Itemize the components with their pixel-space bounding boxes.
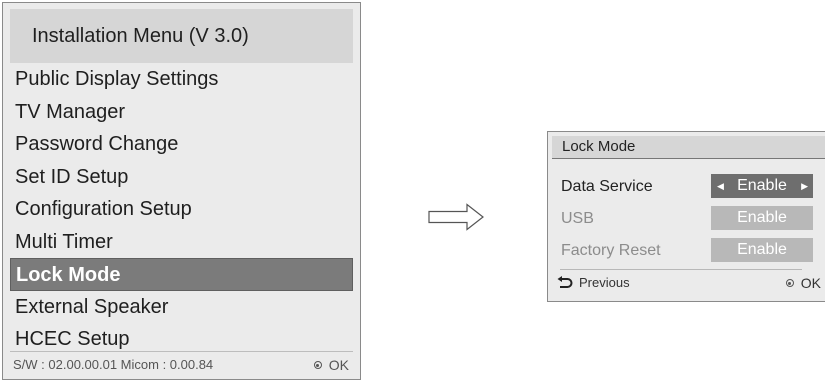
right-arrow-outline-icon: [428, 203, 484, 231]
previous-button[interactable]: Previous: [557, 275, 630, 290]
ok-dot-icon: [313, 361, 322, 370]
lock-row-factory-reset: Factory Reset Enable: [561, 238, 825, 264]
menu-item-password-change[interactable]: Password Change: [10, 128, 353, 161]
lock-row-data-service: Data Service ◀ Enable ▶: [561, 174, 825, 200]
usb-label: USB: [561, 210, 594, 227]
menu-item-set-id-setup[interactable]: Set ID Setup: [10, 161, 353, 194]
factory-reset-label: Factory Reset: [561, 242, 661, 259]
lock-ok-button[interactable]: OK: [785, 275, 821, 291]
menu-item-external-speaker[interactable]: External Speaker: [10, 291, 353, 324]
previous-label: Previous: [579, 275, 630, 290]
triangle-right-icon[interactable]: ▶: [801, 174, 808, 198]
menu-item-multi-timer[interactable]: Multi Timer: [10, 226, 353, 259]
usb-value: Enable: [711, 206, 813, 230]
installation-menu: Installation Menu (V 3.0) Public Display…: [2, 2, 361, 380]
data-service-value: Enable: [737, 177, 787, 194]
ok-dot-icon: [785, 279, 794, 288]
factory-reset-value: Enable: [711, 238, 813, 262]
menu-item-public-display-settings[interactable]: Public Display Settings: [10, 63, 353, 96]
lock-footer-divider: [560, 269, 802, 270]
installation-menu-list: Public Display Settings TV Manager Passw…: [10, 63, 353, 356]
lock-row-usb: USB Enable: [561, 206, 825, 232]
triangle-left-icon[interactable]: ◀: [717, 174, 724, 198]
lock-mode-title: Lock Mode: [552, 136, 825, 159]
data-service-selector[interactable]: ◀ Enable ▶: [711, 174, 813, 198]
ok-button[interactable]: OK: [313, 357, 349, 373]
installation-menu-footer: S/W : 02.00.00.01 Micom : 0.00.84 OK: [10, 351, 353, 376]
installation-menu-title: Installation Menu (V 3.0): [10, 9, 353, 63]
lock-mode-panel: Lock Mode Data Service ◀ Enable ▶ USB En…: [547, 131, 825, 302]
return-arrow-icon: [557, 275, 573, 288]
menu-item-tv-manager[interactable]: TV Manager: [10, 96, 353, 129]
lock-mode-footer: Previous OK: [557, 275, 821, 295]
data-service-label: Data Service: [561, 178, 653, 195]
ok-label: OK: [328, 357, 349, 373]
lock-ok-label: OK: [800, 275, 821, 291]
menu-item-lock-mode[interactable]: Lock Mode: [10, 258, 353, 291]
firmware-info: S/W : 02.00.00.01 Micom : 0.00.84: [13, 357, 214, 372]
menu-item-configuration-setup[interactable]: Configuration Setup: [10, 193, 353, 226]
